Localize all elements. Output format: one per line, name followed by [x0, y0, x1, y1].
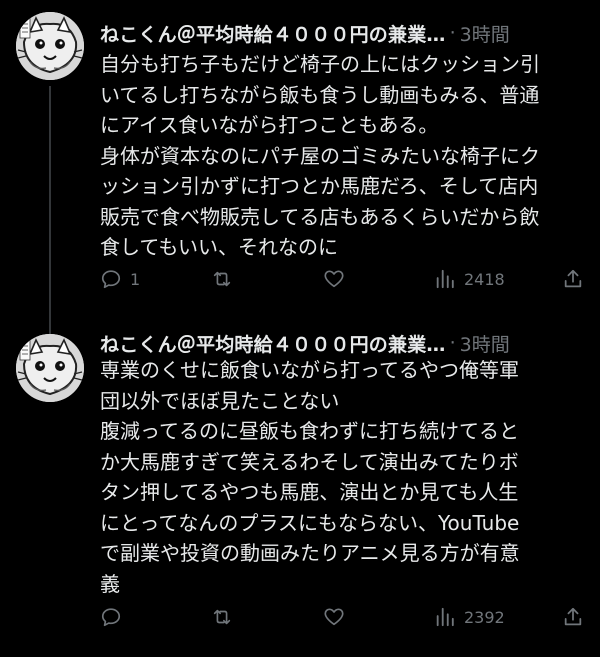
text-line: で副業や投資の動画みたりアニメ見る方が有意: [100, 541, 520, 565]
share-upload-icon: [564, 269, 582, 288]
heart-icon: [324, 608, 344, 626]
retweet-button[interactable]: [210, 606, 242, 628]
manga-cat-avatar-icon: [16, 12, 84, 80]
text-line: 義: [100, 571, 120, 596]
tweet-header: ねこくん＠平均時給４０００円の兼業… · 3時間: [100, 20, 584, 46]
author-name[interactable]: ねこくん＠平均時給４０００円の兼業…: [100, 20, 446, 46]
text-line: 腹減ってるのに昼飯も食わずに打ち続けてると: [100, 419, 519, 443]
retweet-button[interactable]: [210, 268, 242, 290]
text-line: 食してもいい、それなのに: [100, 235, 338, 259]
text-line: にアイス食いながら打つこともある。: [100, 113, 439, 137]
tweet-text: 自分も打ち子もだけど椅子の上にはクッション引 いてるし打ちながら飯も食うし動画も…: [100, 49, 590, 263]
avatar[interactable]: [16, 334, 84, 402]
timestamp[interactable]: 3時間: [460, 330, 510, 356]
tweet[interactable]: ねこくん＠平均時給４０００円の兼業… · 3時間 専業のくせに飯食いながら打って…: [0, 320, 600, 657]
speech-bubble-icon: [101, 270, 121, 289]
reply-button[interactable]: 1: [100, 268, 140, 290]
timestamp[interactable]: 3時間: [460, 20, 510, 46]
action-bar: 2392: [100, 604, 586, 634]
views-button[interactable]: 2392: [434, 606, 505, 628]
heart-icon: [324, 270, 344, 288]
reply-count: 1: [130, 269, 141, 289]
text-line: タン押してるやつも馬鹿、演出とか見ても人生: [100, 480, 519, 504]
like-button[interactable]: [322, 268, 354, 290]
tweet-header: ねこくん＠平均時給４０００円の兼業… · 3時間: [100, 330, 584, 356]
manga-cat-avatar-icon: [16, 334, 84, 402]
like-button[interactable]: [322, 606, 354, 628]
share-button[interactable]: [562, 606, 584, 628]
reply-button[interactable]: [100, 606, 130, 628]
bar-chart-icon: [436, 607, 454, 627]
separator-dot: ·: [449, 22, 456, 44]
text-line: にとってなんのプラスにもならない、YouTube: [100, 510, 520, 535]
text-line: 自分も打ち子もだけど椅子の上にはクッション引: [100, 52, 540, 76]
views-count: 2392: [464, 607, 505, 627]
author-name[interactable]: ねこくん＠平均時給４０００円の兼業…: [100, 330, 446, 356]
views-count: 2418: [464, 269, 505, 289]
text-line: いてるし打ちながら飯も食うし動画もみる、普通: [100, 82, 540, 107]
avatar[interactable]: [16, 12, 84, 80]
share-button[interactable]: [562, 268, 584, 290]
text-line: 団以外でほぼ見たことない: [100, 388, 340, 413]
views-button[interactable]: 2418: [434, 268, 505, 290]
retweet-arrows-icon: [213, 609, 231, 625]
retweet-arrows-icon: [213, 271, 231, 287]
text-line: か大馬鹿すぎて笑えるわそして演出みてたりボ: [100, 449, 519, 474]
tweet-text: 専業のくせに飯食いながら打ってるやつ俺等軍 団以外でほぼ見たことない 腹減ってる…: [100, 355, 590, 599]
text-line: 販売で食べ物販売してる店もあるくらいだから飲: [100, 204, 540, 229]
text-line: ッション引かずに打つとか馬鹿だろ、そして店内: [100, 174, 539, 198]
bar-chart-icon: [436, 269, 454, 289]
separator-dot: ·: [449, 332, 456, 354]
text-line: 専業のくせに飯食いながら打ってるやつ俺等軍: [100, 358, 519, 382]
tweet[interactable]: ねこくん＠平均時給４０００円の兼業… · 3時間 自分も打ち子もだけど椅子の上に…: [0, 0, 600, 334]
share-upload-icon: [564, 607, 582, 626]
action-bar: 1 2418: [100, 266, 586, 296]
thread-connector-line: [49, 86, 51, 334]
speech-bubble-icon: [101, 608, 121, 627]
text-line: 身体が資本なのにパチ屋のゴミみたいな椅子にク: [100, 143, 540, 168]
